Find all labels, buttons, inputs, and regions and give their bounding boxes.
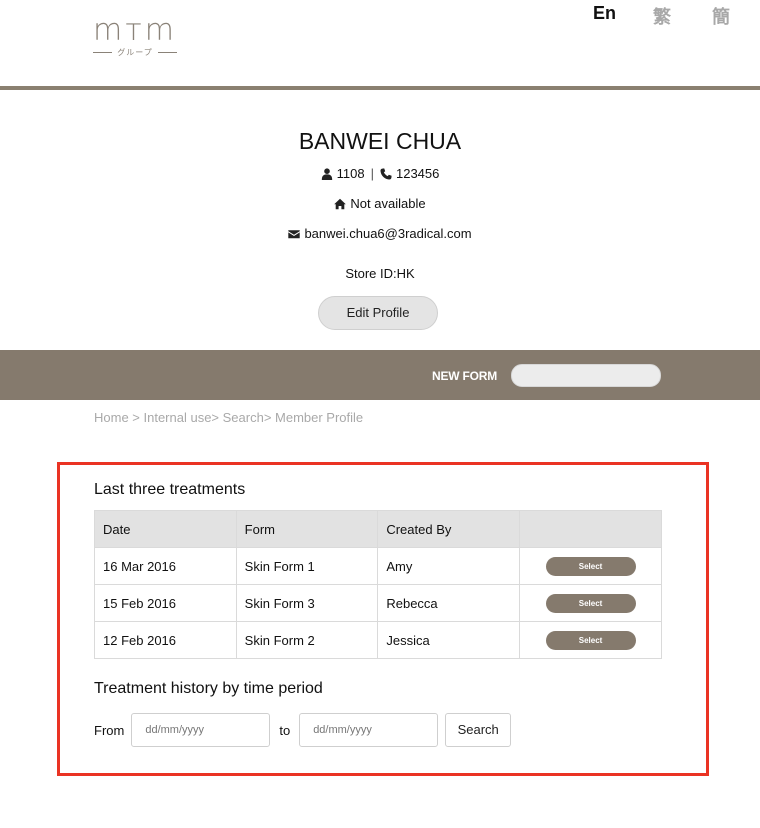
select-button[interactable]: Select xyxy=(545,556,636,576)
envelope-icon xyxy=(288,229,301,238)
logo-subtitle: グループ xyxy=(93,47,177,58)
separator: | xyxy=(370,166,374,181)
treatment-form: Skin Form 1 xyxy=(235,547,379,585)
treatment-form: Skin Form 3 xyxy=(235,584,379,622)
breadcrumb[interactable]: Home > Internal use> Search> Member Prof… xyxy=(94,410,363,425)
column-header-created-by: Created By xyxy=(377,510,521,548)
treatment-action-cell: Select xyxy=(519,584,662,622)
new-form-label: NEW FORM xyxy=(432,369,498,383)
column-header-action xyxy=(519,510,662,548)
table-row: 15 Feb 2016 Skin Form 3 Rebecca Select xyxy=(94,584,662,622)
select-button[interactable]: Select xyxy=(545,593,636,613)
new-form-select[interactable] xyxy=(511,364,661,387)
member-email: banwei.chua6@3radical.com xyxy=(304,226,472,241)
select-button[interactable]: Select xyxy=(545,630,636,650)
search-button[interactable]: Search xyxy=(445,713,512,747)
to-date-input[interactable]: dd/mm/yyyy xyxy=(299,713,439,747)
history-title: Treatment history by time period xyxy=(94,680,323,697)
member-address-line: Not available xyxy=(0,196,760,211)
store-id: Store ID:HK xyxy=(345,266,415,281)
header-divider xyxy=(0,86,760,90)
page-header: mтm グループ En 繁 簡 xyxy=(0,0,760,86)
from-date-input[interactable]: dd/mm/yyyy xyxy=(131,713,271,747)
from-label: From xyxy=(94,722,125,738)
lang-simplified-chinese[interactable]: 簡 xyxy=(712,3,730,29)
column-header-form: Form xyxy=(235,510,379,548)
member-email-line: banwei.chua6@3radical.com xyxy=(0,226,760,241)
home-icon xyxy=(334,198,347,209)
user-icon xyxy=(321,167,332,180)
to-label: to xyxy=(279,722,291,738)
history-filter: From dd/mm/yyyy to dd/mm/yyyy Search xyxy=(94,713,512,747)
table-header-row: Date Form Created By xyxy=(94,510,662,548)
treatments-section: Last three treatments Date Form Created … xyxy=(57,462,709,776)
phone-icon xyxy=(380,167,392,180)
member-id-phone: 1108 | 123456 xyxy=(0,166,760,181)
logo-mark: mтm xyxy=(93,13,177,48)
treatments-table: Date Form Created By 16 Mar 2016 Skin Fo… xyxy=(94,510,662,659)
member-number: 1108 xyxy=(336,166,365,181)
treatment-date: 16 Mar 2016 xyxy=(94,547,237,585)
treatment-created-by: Jessica xyxy=(377,621,521,659)
last-treatments-title: Last three treatments xyxy=(94,481,246,498)
column-header-date: Date xyxy=(94,510,237,548)
treatment-form: Skin Form 2 xyxy=(235,621,379,659)
table-row: 16 Mar 2016 Skin Form 1 Amy Select xyxy=(94,547,662,585)
treatment-action-cell: Select xyxy=(519,547,662,585)
treatment-created-by: Rebecca xyxy=(377,584,521,622)
member-phone: 123456 xyxy=(395,166,440,181)
logo-subtitle-text: グループ xyxy=(117,48,153,57)
treatment-date: 12 Feb 2016 xyxy=(94,621,237,659)
treatment-action-cell: Select xyxy=(519,621,662,659)
table-row: 12 Feb 2016 Skin Form 2 Jessica Select xyxy=(94,621,662,659)
edit-profile-button[interactable]: Edit Profile xyxy=(318,296,438,330)
member-address: Not available xyxy=(350,196,426,211)
treatment-created-by: Amy xyxy=(377,547,521,585)
new-form-bar: NEW FORM xyxy=(0,350,760,400)
treatment-date: 15 Feb 2016 xyxy=(94,584,237,622)
lang-traditional-chinese[interactable]: 繁 xyxy=(653,3,671,29)
member-name: BANWEI CHUA xyxy=(298,128,462,154)
mtm-logo[interactable]: mтm グループ xyxy=(93,16,177,58)
lang-english[interactable]: En xyxy=(593,3,616,24)
